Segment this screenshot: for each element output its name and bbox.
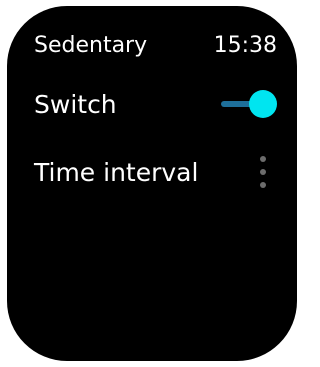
time-interval-row[interactable]: Time interval: [34, 152, 277, 192]
dot-icon: [260, 182, 266, 188]
switch-row[interactable]: Switch: [34, 84, 277, 124]
more-vertical-icon[interactable]: [258, 156, 268, 188]
dot-icon: [260, 169, 266, 175]
switch-label: Switch: [34, 89, 117, 119]
status-header: Sedentary 15:38: [34, 29, 277, 61]
watch-screen: Sedentary 15:38 Switch Time interval: [7, 6, 297, 361]
clock-time: 15:38: [213, 32, 277, 58]
switch-toggle[interactable]: [221, 90, 277, 118]
dot-icon: [260, 156, 266, 162]
time-interval-label: Time interval: [34, 157, 199, 187]
page-title: Sedentary: [34, 32, 148, 58]
toggle-knob: [249, 90, 277, 118]
